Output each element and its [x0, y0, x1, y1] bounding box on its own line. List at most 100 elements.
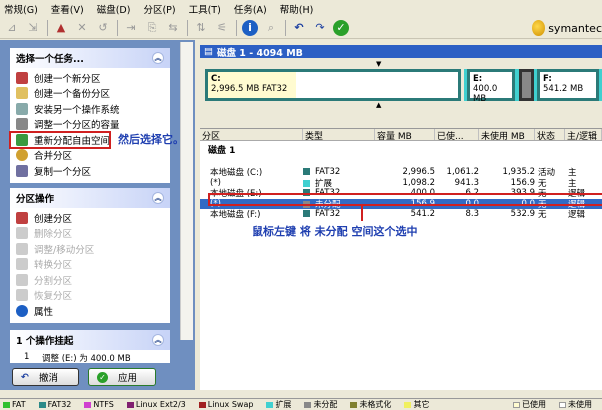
info-icon[interactable]: i [242, 19, 258, 36]
menu-view[interactable]: 查看(V) [51, 2, 84, 16]
convert-icon[interactable]: ⇅ [193, 20, 209, 36]
legend-item: 其它 [401, 399, 429, 410]
collapse-icon[interactable]: ︽ [152, 192, 164, 204]
create-partition-icon [16, 211, 28, 224]
disk-header: ▤ 磁盘 1 - 4094 MB [200, 45, 602, 59]
tasks-panel: 选择一个任务... ︽ 创建一个新分区 创建一个备份分区 安装另一个操作系统 调整… [9, 48, 170, 183]
partition-ops-panel: 分区操作 ︽ 创建分区 删除分区 调整/移动分区 转换分区 分割分区 恢复分区 属… [10, 188, 170, 323]
type-color-icon [303, 168, 310, 176]
new-partition-icon[interactable]: ▲ [53, 20, 69, 36]
legend-swatch-icon [350, 401, 358, 408]
annotation-list: 鼠标左键 将 未分配 空间这个选中 [252, 225, 418, 238]
undo-icon[interactable]: ↶ [291, 20, 307, 36]
cell-free: 532.9 [510, 209, 535, 220]
cell-size: 1,098.2 [402, 177, 435, 188]
op-convert[interactable]: 转换分区 [10, 257, 170, 273]
legend-item: 已使用 [510, 399, 546, 410]
delete-icon [16, 227, 28, 240]
type-color-icon [303, 179, 310, 187]
split-icon[interactable]: ⚟ [214, 20, 230, 36]
cell-kind: 逻辑 [568, 210, 586, 221]
op-resize-move[interactable]: 调整/移动分区 [10, 241, 170, 257]
undo-icon: ↶ [21, 371, 29, 383]
cell-name: (*) [210, 177, 221, 188]
collapse-icon[interactable]: ︽ [152, 52, 164, 64]
install-icon [16, 102, 28, 115]
apply-icon: ✓ [97, 371, 108, 383]
resize-icon [16, 118, 28, 131]
marker-top-icon: ▼ [376, 60, 382, 68]
cell-free: 1,935.2 [502, 167, 535, 178]
table-row[interactable]: 本地磁盘 (F:) FAT32 541.2 8.3 532.9 无 逻辑 [200, 209, 602, 220]
redistribute-icon [16, 133, 28, 146]
merge-icon [16, 149, 28, 162]
legend-swatch-icon [198, 401, 206, 408]
cell-size: 2,996.5 [402, 167, 435, 178]
create-partition-icon [16, 71, 28, 84]
op-properties[interactable]: 属性 [10, 303, 170, 319]
legend-swatch-icon [513, 401, 520, 408]
apply-button[interactable]: ✓ 应用 [88, 368, 156, 386]
menu-bar: 常规(G) 查看(V) 磁盘(D) 分区(P) 工具(T) 任务(A) 帮助(H… [0, 0, 602, 17]
op-create[interactable]: 创建分区 [10, 210, 170, 226]
task-create-partition[interactable]: 创建一个新分区 [10, 70, 170, 86]
task-install-os[interactable]: 安装另一个操作系统 [10, 101, 170, 117]
partition-c-block[interactable]: C: 2,996.5 MB FAT32 [205, 69, 461, 101]
task-redistribute-space[interactable]: 重新分配自由空间 [9, 131, 111, 149]
legend-item: 扩展 [263, 399, 291, 410]
collapse-icon[interactable]: ︽ [152, 334, 164, 346]
resize-icon [16, 242, 28, 255]
menu-help[interactable]: 帮助(H) [280, 2, 314, 16]
cell-type: FAT32 [315, 209, 341, 220]
unallocated-block[interactable] [519, 69, 534, 101]
copy-icon [16, 164, 28, 177]
cell-size: 541.2 [410, 209, 435, 220]
search-icon[interactable]: ⌕ [263, 20, 279, 36]
selection-highlight [208, 193, 602, 206]
menu-disk[interactable]: 磁盘(D) [97, 2, 131, 16]
pending-panel: 1 个操作挂起 ︽ 1 调整 (E:) 为 400.0 MB [10, 330, 170, 364]
create-partition-icon[interactable]: ⊿ [4, 20, 20, 36]
partition-f-block[interactable]: F: 541.2 MB [537, 69, 599, 101]
op-undelete[interactable]: 恢复分区 [10, 288, 170, 304]
legend-swatch-icon [304, 401, 312, 408]
task-copy[interactable]: 复制一个分区 [10, 163, 170, 179]
partition-e-block[interactable]: E: 400.0 MB [467, 69, 515, 104]
copy-icon[interactable]: ⎘ [144, 20, 160, 36]
apply-icon[interactable]: ✓ [333, 19, 349, 36]
op-split[interactable]: 分割分区 [10, 272, 170, 288]
menu-tasks[interactable]: 任务(A) [234, 2, 267, 16]
task-backup-partition[interactable]: 创建一个备份分区 [10, 86, 170, 102]
convert-icon [16, 258, 28, 271]
task-merge[interactable]: 合并分区 [10, 148, 170, 164]
menu-partition[interactable]: 分区(P) [143, 2, 175, 16]
legend-swatch-icon [266, 401, 274, 408]
legend-item: NTFS [81, 400, 114, 409]
legend-item: Linux Ext2/3 [124, 400, 186, 409]
task-resize[interactable]: 调整一个分区的容量 [10, 117, 170, 133]
redo-icon[interactable]: ↷ [312, 20, 328, 36]
backup-icon[interactable]: ⇲ [25, 20, 41, 36]
disk-map: C: 2,996.5 MB FAT32 E: 400.0 MB F: 541.2 MB [205, 69, 602, 104]
legend-item: FAT32 [36, 400, 71, 409]
legend-swatch-icon [84, 401, 92, 408]
delete-icon[interactable]: ✕ [74, 20, 90, 36]
cell-name: 本地磁盘 (F:) [210, 210, 261, 221]
menu-tools[interactable]: 工具(T) [189, 2, 221, 16]
legend-item: Linux Swap [196, 400, 253, 409]
menu-general[interactable]: 常规(G) [4, 2, 38, 16]
op-delete[interactable]: 删除分区 [10, 226, 170, 242]
merge-icon[interactable]: ⇆ [165, 20, 181, 36]
annotation-pointer [361, 205, 363, 221]
undelete-icon[interactable]: ↺ [95, 20, 111, 36]
type-color-icon [303, 210, 310, 218]
legend-swatch-icon [126, 401, 134, 408]
undo-button[interactable]: ↶ 撤消 [12, 368, 79, 386]
cell-used: 8.3 [465, 209, 479, 220]
legend-swatch-icon [3, 401, 10, 408]
task-pane-scrollbar[interactable] [180, 42, 193, 340]
resize-icon[interactable]: ⇥ [123, 20, 139, 36]
cell-type: FAT32 [315, 167, 341, 178]
pending-item: 调整 (E:) 为 400.0 MB [42, 354, 131, 364]
cell-used: 941.3 [454, 177, 479, 188]
